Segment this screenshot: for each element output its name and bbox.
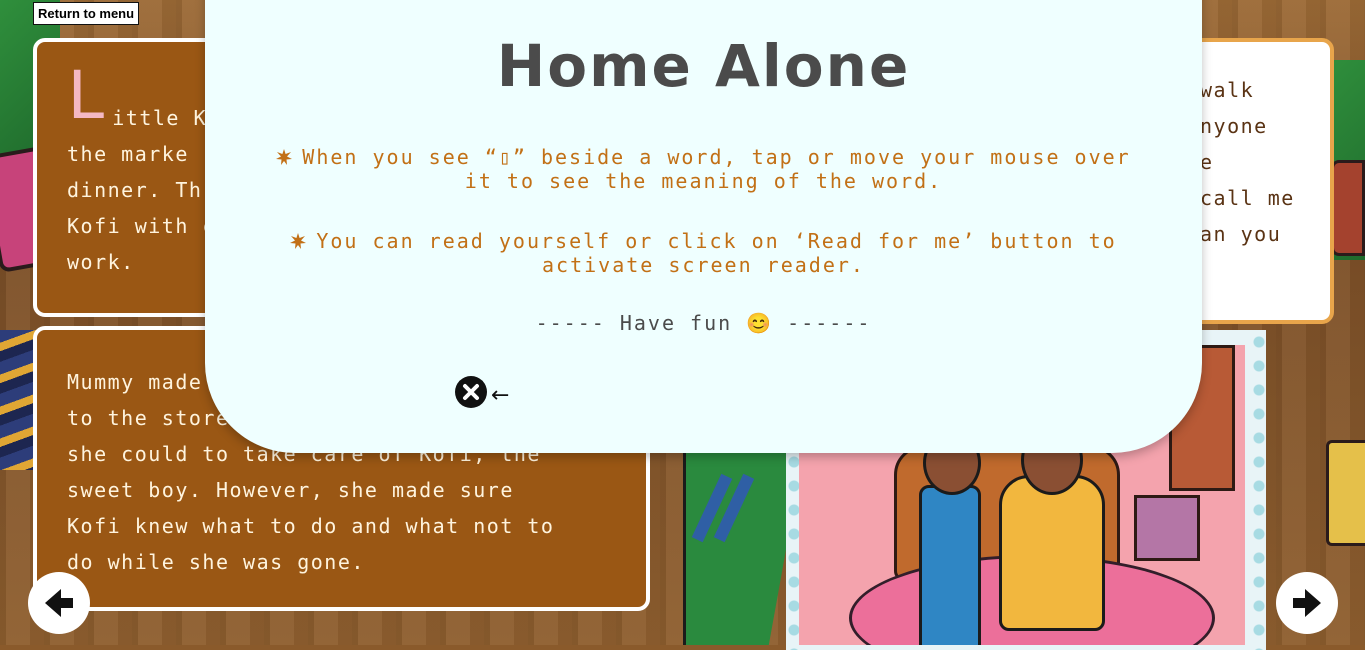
- next-page-button[interactable]: [1276, 572, 1338, 634]
- instruction-item: When you see “▯” beside a word, tap or m…: [275, 145, 1132, 193]
- story-line: nyone: [1200, 114, 1268, 138]
- burst-icon: [290, 233, 307, 249]
- kofi-figure: [919, 485, 981, 645]
- shelf-drawing: [1134, 495, 1200, 561]
- drop-cap: L: [67, 57, 109, 134]
- story-line: e: [1200, 150, 1214, 174]
- story-line: do while she was gone.: [67, 550, 365, 574]
- have-fun-text: ----- Have fun 😊 ------: [535, 311, 872, 335]
- close-control: ←: [455, 376, 509, 408]
- story-line: Kofi knew what to do and what not to: [67, 514, 555, 538]
- arrow-right-icon: [1293, 589, 1321, 617]
- arrow-left-icon: [45, 589, 73, 617]
- close-modal-button[interactable]: [455, 376, 487, 408]
- instruction-item: You can read yourself or click on ‘Read …: [275, 229, 1132, 277]
- return-to-menu-button[interactable]: Return to menu: [33, 2, 140, 25]
- drum-decoration: [1331, 160, 1365, 256]
- book-decoration: [1326, 440, 1365, 546]
- instructions-modal: Home Alone When you see “▯” beside a wor…: [205, 0, 1202, 453]
- story-line: call me: [1200, 186, 1295, 210]
- burst-icon: [276, 149, 293, 165]
- instruction-text: When you see “▯” beside a word, tap or m…: [302, 145, 1131, 193]
- story-line: sweet boy. However, she made sure: [67, 478, 514, 502]
- pointer-arrow: ←: [491, 382, 510, 408]
- dotted-border-right: [1251, 330, 1267, 650]
- mummy-figure: [999, 475, 1105, 631]
- story-line: an you: [1200, 222, 1282, 246]
- modal-title: Home Alone: [496, 32, 911, 100]
- previous-page-button[interactable]: [28, 572, 90, 634]
- instruction-text: You can read yourself or click on ‘Read …: [316, 229, 1117, 277]
- close-icon: [463, 384, 479, 400]
- story-line: walk: [1200, 78, 1255, 102]
